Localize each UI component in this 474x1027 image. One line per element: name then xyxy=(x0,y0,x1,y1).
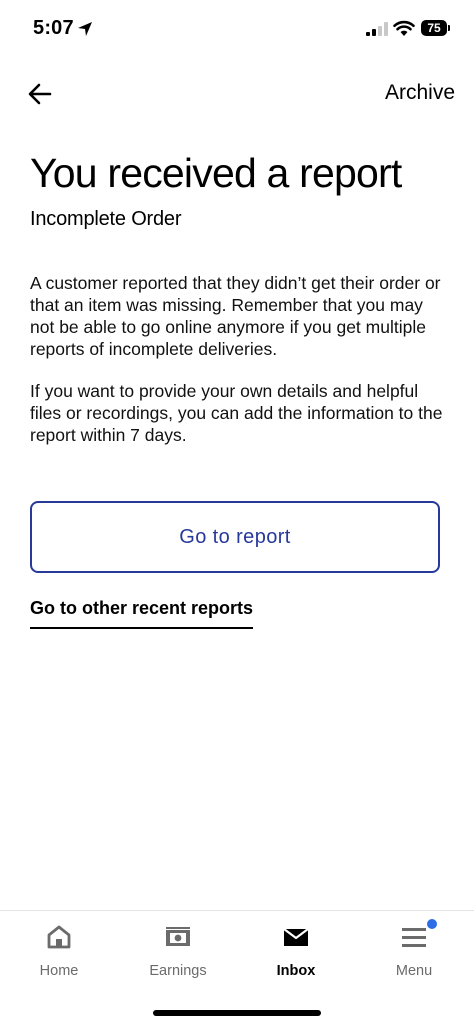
home-icon xyxy=(47,925,71,949)
nav-item-inbox[interactable]: Inbox xyxy=(246,923,346,985)
report-instructions: If you want to provide your own details … xyxy=(30,381,443,445)
nav-item-earnings[interactable]: Earnings xyxy=(128,923,228,985)
nav-label-inbox: Inbox xyxy=(276,963,316,979)
back-arrow-icon[interactable] xyxy=(26,80,54,108)
page-title: You received a report xyxy=(30,150,402,196)
nav-item-home[interactable]: Home xyxy=(9,923,109,985)
wifi-icon xyxy=(393,20,415,36)
battery-level: 75 xyxy=(421,20,447,36)
nav-label-home: Home xyxy=(39,963,79,979)
other-recent-reports-link[interactable]: Go to other recent reports xyxy=(30,598,254,629)
battery-cap xyxy=(448,25,450,31)
nav-item-menu[interactable]: Menu xyxy=(364,919,464,985)
inbox-icon xyxy=(283,928,309,946)
menu-icon xyxy=(402,928,426,947)
notification-dot xyxy=(427,919,437,929)
status-bar: 5:07 75 xyxy=(0,0,474,56)
status-time: 5:07 xyxy=(33,17,74,39)
archive-button[interactable]: Archive xyxy=(385,81,455,105)
earnings-icon xyxy=(166,927,190,946)
go-to-report-button[interactable]: Go to report xyxy=(30,501,440,573)
report-description: A customer reported that they didn’t get… xyxy=(30,273,441,359)
cellular-signal-icon xyxy=(366,22,388,36)
home-indicator[interactable] xyxy=(153,1010,321,1016)
location-arrow-icon xyxy=(78,22,92,36)
nav-label-menu: Menu xyxy=(395,963,433,979)
battery-icon: 75 xyxy=(421,20,450,36)
nav-label-earnings: Earnings xyxy=(149,963,207,979)
page-subtitle: Incomplete Order xyxy=(30,208,182,230)
